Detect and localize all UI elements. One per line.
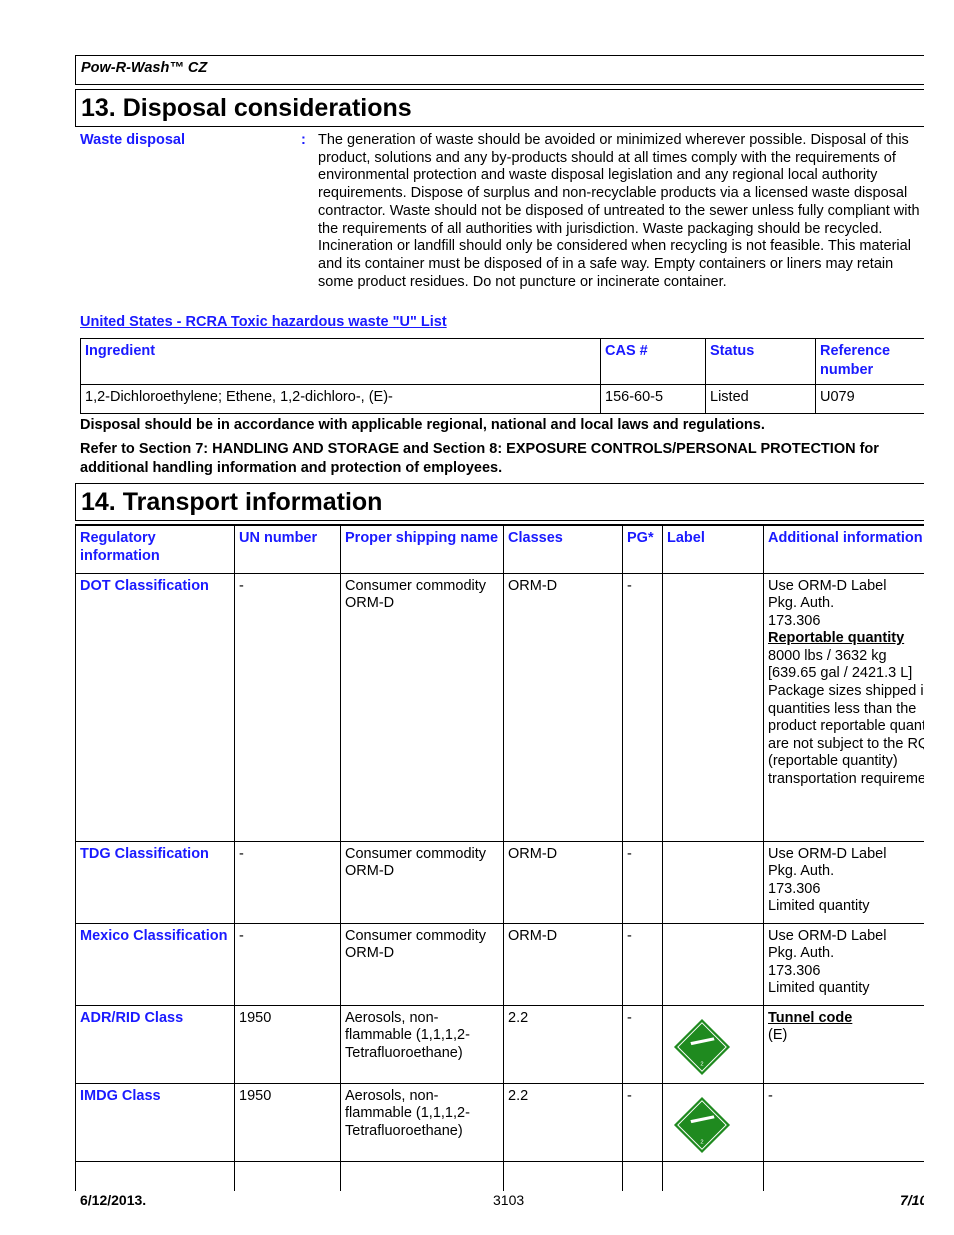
- rcra-status: Listed: [705, 384, 816, 414]
- pg: -: [622, 840, 663, 924]
- waste-disposal-colon: :: [301, 132, 306, 148]
- shipping-name: Consumer commodity ORM-D: [340, 840, 504, 924]
- additional-line: -: [768, 1087, 773, 1104]
- classes: ORM-D: [503, 572, 623, 842]
- rcra-ingredient: 1,2-Dichloroethylene; Ethene, 1,2-dichlo…: [80, 384, 601, 414]
- pg: -: [622, 1082, 663, 1162]
- table-row: TDG Classification - Consumer commodity …: [75, 840, 924, 924]
- regulatory-name: IMDG Class: [75, 1082, 235, 1162]
- section-14-title: 14. Transport information: [75, 483, 924, 521]
- header-shipping-name: Proper shipping name: [340, 524, 504, 574]
- header-un-number: UN number: [234, 524, 341, 574]
- un-number: 1950: [234, 1004, 341, 1084]
- additional-info: -: [763, 1082, 924, 1162]
- regulatory-name: TDG Classification: [75, 840, 235, 924]
- classes: 2.2: [503, 1004, 623, 1084]
- table-row: IMDG Class 1950 Aerosols, non-flammable …: [75, 1082, 924, 1162]
- additional-line: Use ORM-D Label: [768, 927, 887, 944]
- additional-line: Use ORM-D Label: [768, 577, 887, 594]
- rcra-reference: U079: [815, 384, 924, 414]
- section-13-title: 13. Disposal considerations: [75, 89, 924, 127]
- classes: ORM-D: [503, 922, 623, 1006]
- transport-header-row: Regulatory information UN number Proper …: [75, 524, 924, 574]
- table-row: DOT Classification - Consumer commodity …: [75, 572, 924, 842]
- svg-text:2: 2: [700, 1139, 703, 1145]
- regulatory-name: ADR/RID Class: [75, 1004, 235, 1084]
- additional-info: Use ORM-D Label Pkg. Auth. 173.306 Limit…: [763, 840, 924, 924]
- rcra-header-status: Status: [705, 338, 816, 385]
- additional-info: Use ORM-D Label Pkg. Auth. 173.306 Limit…: [763, 922, 924, 1006]
- pg: -: [622, 572, 663, 842]
- product-name-header: Pow-R-Wash™ CZ: [75, 55, 924, 85]
- header-label: Label: [662, 524, 764, 574]
- footer-code: 3103: [493, 1192, 525, 1208]
- un-number: -: [234, 572, 341, 842]
- refer-sections-note: Refer to Section 7: HANDLING AND STORAGE…: [80, 441, 879, 476]
- additional-line: Use ORM-D Label: [768, 845, 887, 862]
- shipping-name: Aerosols, non-flammable (1,1,1,2-Tetrafl…: [340, 1004, 504, 1084]
- additional-line: 173.306: [768, 962, 821, 979]
- header-regulatory: Regulatory information: [75, 524, 235, 574]
- classes: ORM-D: [503, 840, 623, 924]
- rcra-u-list-link[interactable]: United States - RCRA Toxic hazardous was…: [80, 314, 447, 330]
- classes: 2.2: [503, 1082, 623, 1162]
- additional-line: Limited quantity: [768, 898, 870, 915]
- label-cell: [662, 922, 764, 1006]
- un-number: -: [234, 840, 341, 924]
- additional-line: 173.306: [768, 880, 821, 897]
- pg: -: [622, 922, 663, 1006]
- waste-disposal-text: The generation of waste should be avoide…: [318, 132, 920, 290]
- disposal-regulations-note: Disposal should be in accordance with ap…: [80, 417, 765, 433]
- rcra-cas: 156-60-5: [600, 384, 706, 414]
- additional-line: [639.65 gal / 2421.3 L]: [768, 665, 913, 682]
- table-row: 1,2-Dichloroethylene; Ethene, 1,2-dichlo…: [80, 384, 924, 414]
- additional-line: Package sizes shipped in quantities less…: [768, 683, 924, 788]
- additional-line: Limited quantity: [768, 980, 870, 997]
- label-cell: 2: [662, 1004, 764, 1084]
- header-pg: PG*: [622, 524, 663, 574]
- page: Pow-R-Wash™ CZ 13. Disposal consideratio…: [0, 0, 924, 1235]
- rcra-header-ingredient: Ingredient: [80, 338, 601, 385]
- additional-line: 173.306: [768, 612, 821, 629]
- reportable-quantity-heading: Reportable quantity: [768, 630, 905, 647]
- label-cell: [662, 840, 764, 924]
- label-cell: [662, 572, 764, 842]
- additional-line: Pkg. Auth.: [768, 863, 835, 880]
- tunnel-code-value: (E): [768, 1027, 788, 1044]
- table-row: ADR/RID Class 1950 Aerosols, non-flammab…: [75, 1004, 924, 1084]
- additional-line: Pkg. Auth.: [768, 945, 835, 962]
- waste-disposal-label: Waste disposal: [80, 132, 186, 148]
- table-row: Mexico Classification - Consumer commodi…: [75, 922, 924, 1006]
- additional-line: Pkg. Auth.: [768, 595, 835, 612]
- additional-info: Use ORM-D Label Pkg. Auth. 173.306 Repor…: [763, 572, 924, 842]
- footer-date: 6/12/2013.: [80, 1192, 147, 1208]
- regulatory-name: Mexico Classification: [75, 922, 235, 1006]
- additional-line: 8000 lbs / 3632 kg: [768, 647, 887, 664]
- shipping-name: Consumer commodity ORM-D: [340, 572, 504, 842]
- transport-table: Regulatory information UN number Proper …: [75, 524, 924, 1191]
- rcra-header-cas: CAS #: [600, 338, 706, 385]
- shipping-name: Consumer commodity ORM-D: [340, 922, 504, 1006]
- pg: -: [622, 1004, 663, 1084]
- additional-info: Tunnel code (E): [763, 1004, 924, 1084]
- un-number: 1950: [234, 1082, 341, 1162]
- non-flammable-gas-class-2-diamond-icon: 2: [673, 1018, 731, 1075]
- rcra-table: Ingredient CAS # Status Reference number…: [80, 338, 924, 414]
- rcra-header-row: Ingredient CAS # Status Reference number: [80, 338, 924, 385]
- non-flammable-gas-class-2-diamond-icon: 2: [673, 1096, 731, 1153]
- footer-page-number: 7/10: [900, 1192, 924, 1208]
- label-cell: 2: [662, 1082, 764, 1162]
- rcra-header-reference: Reference number: [815, 338, 924, 385]
- tunnel-code-heading: Tunnel code: [768, 1009, 853, 1026]
- svg-text:2: 2: [700, 1061, 703, 1067]
- header-classes: Classes: [503, 524, 623, 574]
- table-row-continuation: [75, 1160, 924, 1191]
- regulatory-name: DOT Classification: [75, 572, 235, 842]
- un-number: -: [234, 922, 341, 1006]
- shipping-name: Aerosols, non-flammable (1,1,1,2-Tetrafl…: [340, 1082, 504, 1162]
- header-additional: Additional information: [763, 524, 924, 574]
